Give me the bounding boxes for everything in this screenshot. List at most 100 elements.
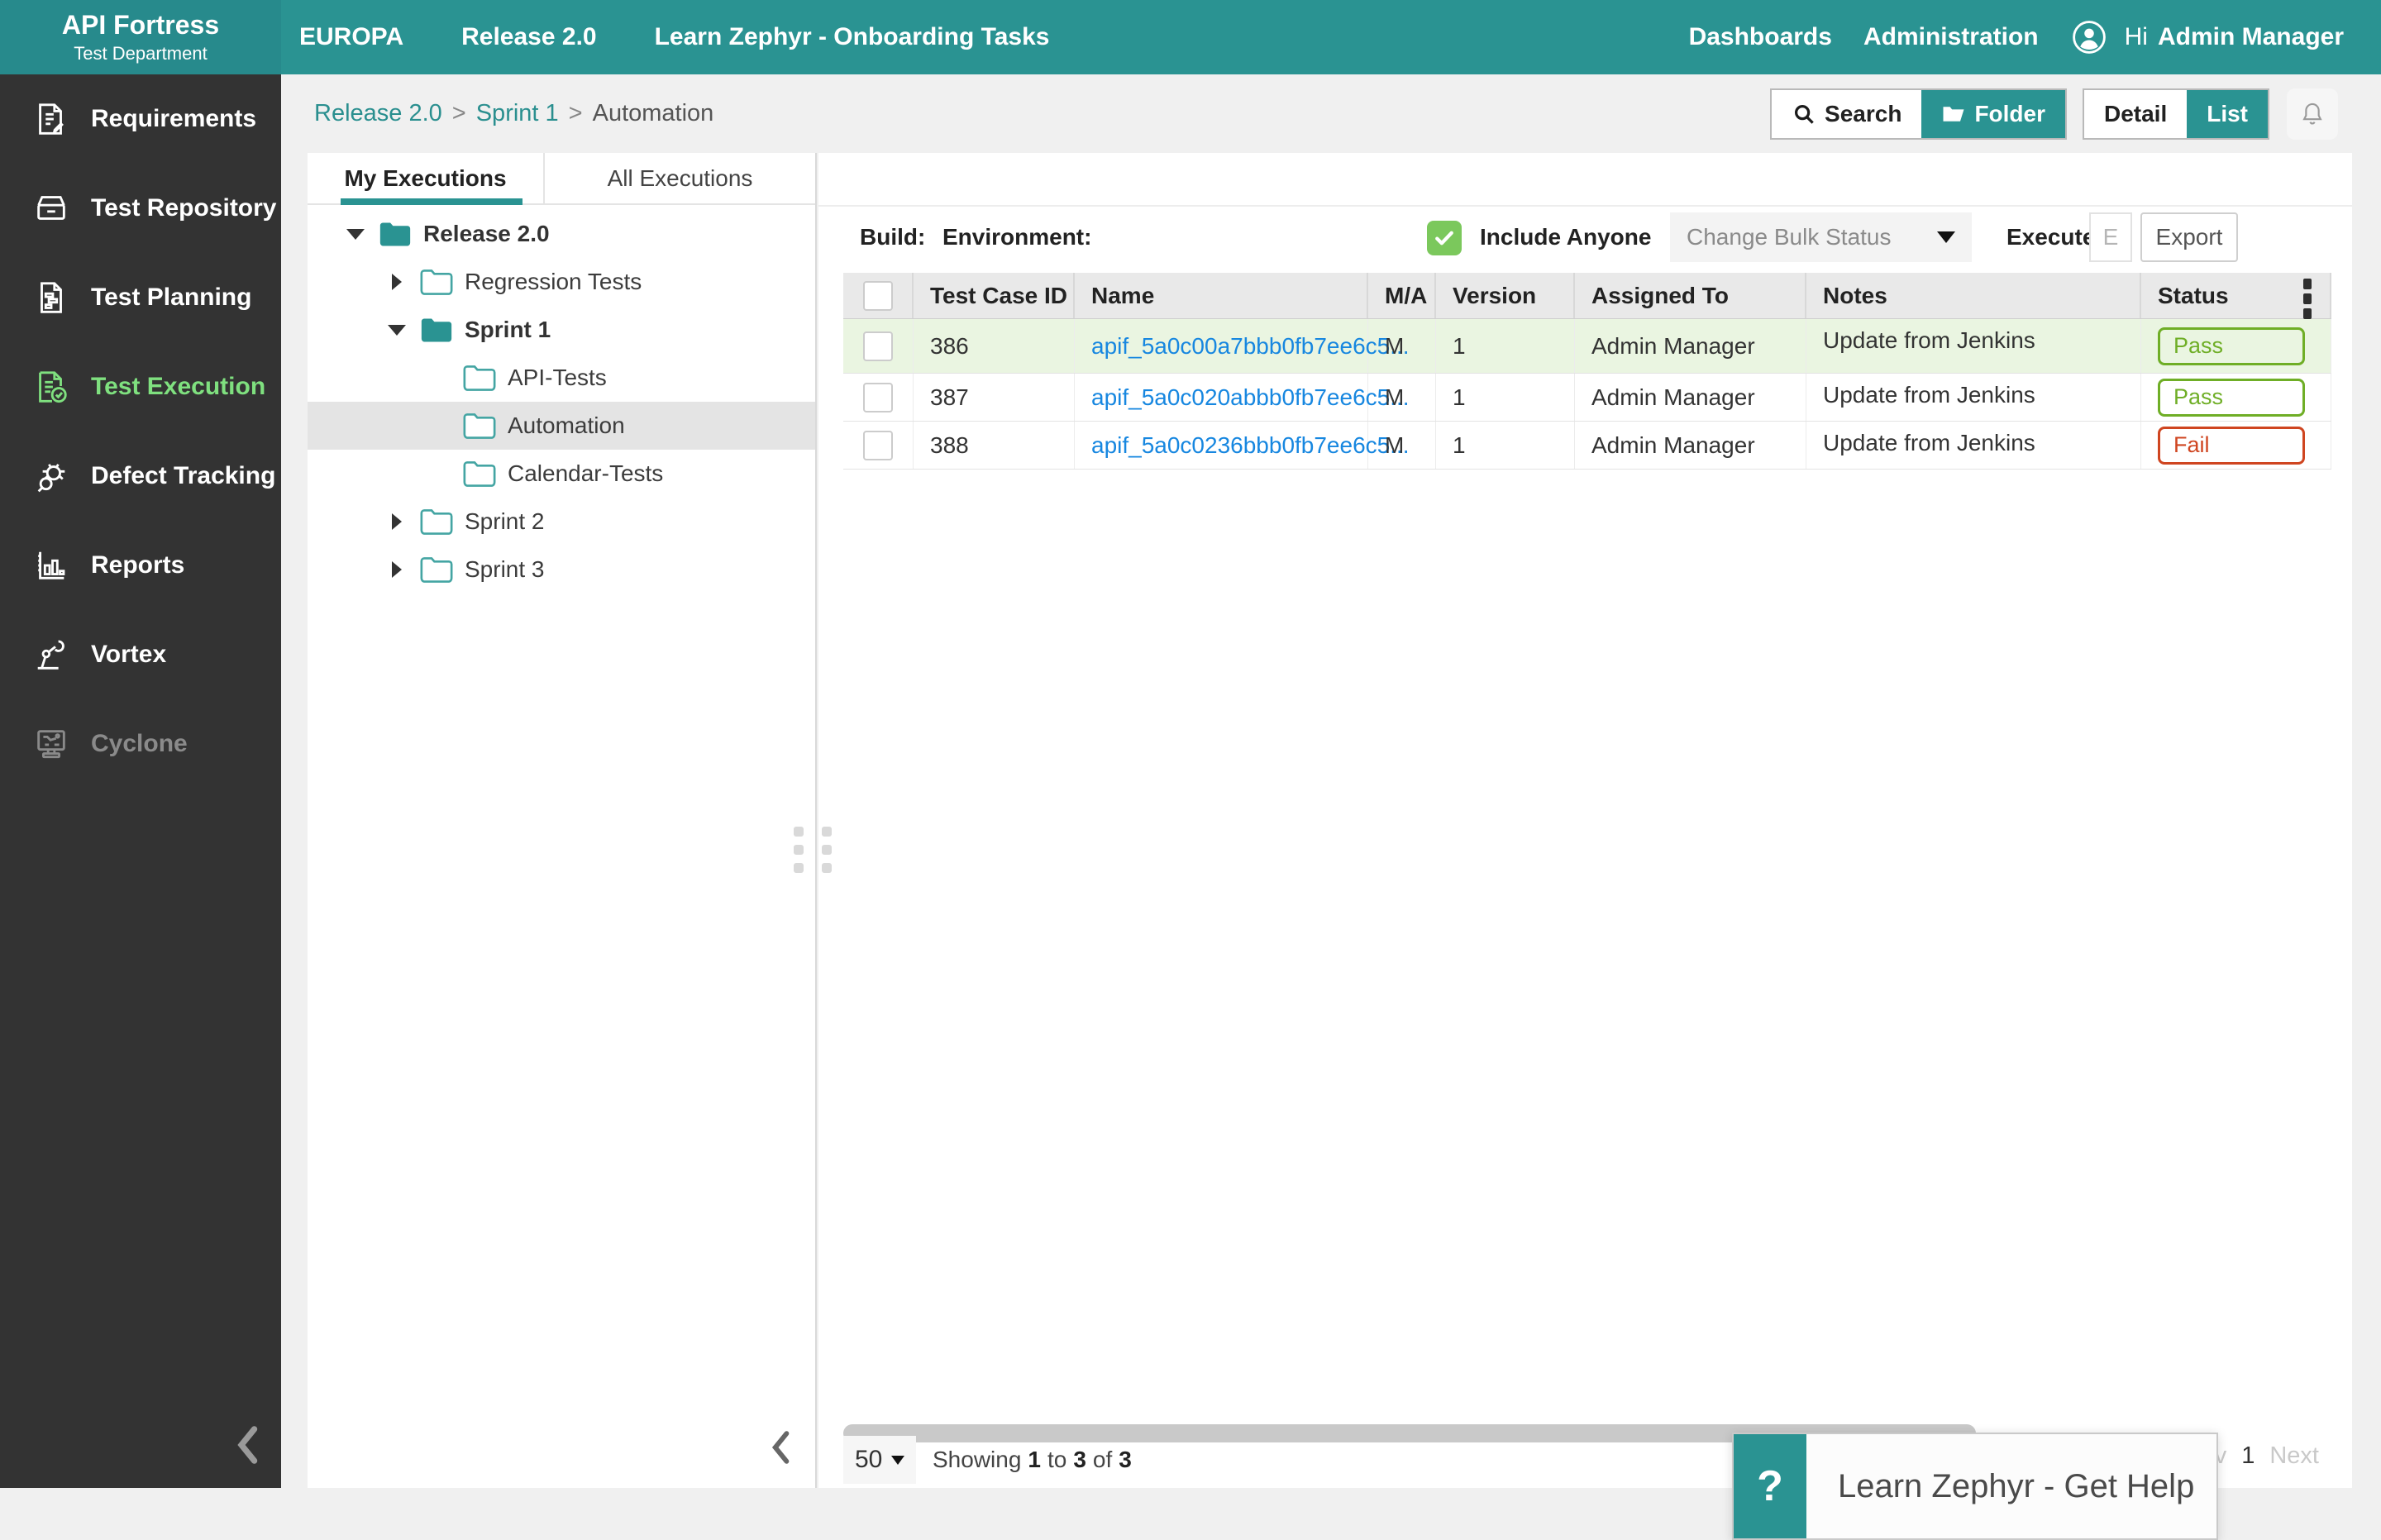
left-sidebar: Requirements Test Repository Test Planni… bbox=[0, 74, 281, 1488]
breadcrumb-separator: > bbox=[569, 100, 583, 127]
pagination-page-1[interactable]: 1 bbox=[2241, 1442, 2255, 1470]
table-row[interactable]: 386 apif_5a0c00a7bbb0fb7ee6c5... M 1 Adm… bbox=[843, 319, 2331, 374]
sidebar-item-test-planning[interactable]: Test Planning bbox=[0, 253, 281, 342]
status-select[interactable]: Pass bbox=[2158, 327, 2305, 365]
tree-node-sprint-3[interactable]: Sprint 3 bbox=[308, 546, 815, 594]
sidebar-item-reports[interactable]: Reports bbox=[0, 521, 281, 610]
showing-from: 1 bbox=[1028, 1447, 1041, 1473]
nav-release[interactable]: Release 2.0 bbox=[461, 23, 596, 51]
status-select[interactable]: Pass bbox=[2158, 379, 2305, 417]
tree-node-api-tests[interactable]: API-Tests bbox=[308, 354, 815, 402]
tree-node-regression-tests[interactable]: Regression Tests bbox=[308, 258, 815, 306]
caret-down-icon[interactable] bbox=[387, 325, 407, 336]
tree-collapse-chevron-icon[interactable] bbox=[769, 1430, 790, 1465]
top-nav: EUROPA Release 2.0 Learn Zephyr - Onboar… bbox=[299, 23, 1049, 51]
tab-my-executions[interactable]: My Executions bbox=[308, 153, 543, 203]
tree-node-sprint-2[interactable]: Sprint 2 bbox=[308, 498, 815, 546]
user-name[interactable]: Admin Manager bbox=[2158, 23, 2344, 51]
test-planning-icon bbox=[31, 278, 71, 317]
notifications-button[interactable] bbox=[2287, 88, 2338, 140]
sidebar-item-label: Test Execution bbox=[91, 373, 265, 401]
test-case-id: 386 bbox=[914, 319, 1075, 373]
list-button[interactable]: List bbox=[2187, 90, 2268, 138]
app-logo: API Fortress Test Department bbox=[0, 0, 281, 74]
caret-right-icon[interactable] bbox=[387, 561, 407, 578]
row-checkbox[interactable] bbox=[863, 383, 893, 412]
showing-total: 3 bbox=[1119, 1447, 1132, 1473]
cyclone-icon bbox=[31, 724, 71, 764]
execute-key-button[interactable]: E bbox=[2089, 212, 2132, 262]
notes-value: Update from Jenkins bbox=[1806, 319, 2141, 373]
execution-controls-row: Build: Environment: Include Anyone Chang… bbox=[818, 212, 2352, 262]
detail-button[interactable]: Detail bbox=[2084, 90, 2187, 138]
assigned-to-value: Admin Manager bbox=[1575, 319, 1806, 373]
page-size-select[interactable]: 50 bbox=[843, 1436, 916, 1484]
nav-dashboards[interactable]: Dashboards bbox=[1689, 23, 1832, 51]
sidebar-item-label: Defect Tracking bbox=[91, 462, 275, 490]
pagination-next[interactable]: Next bbox=[2269, 1442, 2319, 1470]
sidebar-item-test-repository[interactable]: Test Repository bbox=[0, 164, 281, 253]
tree-node-label: API-Tests bbox=[508, 365, 607, 391]
export-button[interactable]: Export bbox=[2140, 212, 2238, 262]
select-all-checkbox[interactable] bbox=[863, 281, 893, 311]
breadcrumb: Release 2.0 > Sprint 1 > Automation bbox=[314, 74, 713, 153]
tree-node-automation[interactable]: Automation bbox=[308, 402, 815, 450]
sidebar-item-defect-tracking[interactable]: Defect Tracking bbox=[0, 431, 281, 521]
execution-tree-panel: My Executions All Executions Release 2.0… bbox=[308, 153, 817, 1488]
tree-node-calendar-tests[interactable]: Calendar-Tests bbox=[308, 450, 815, 498]
sidebar-item-label: Vortex bbox=[91, 641, 166, 669]
version-value: 1 bbox=[1436, 422, 1575, 469]
nav-europa[interactable]: EUROPA bbox=[299, 23, 403, 51]
check-icon bbox=[1432, 226, 1457, 250]
caret-right-icon[interactable] bbox=[387, 513, 407, 530]
breadcrumb-sprint[interactable]: Sprint 1 bbox=[476, 100, 559, 127]
folder-open-icon bbox=[420, 317, 453, 344]
folder-closed-icon bbox=[463, 412, 496, 440]
tab-all-executions[interactable]: All Executions bbox=[543, 153, 815, 203]
column-menu-kebab-icon[interactable] bbox=[2303, 279, 2312, 319]
top-header-bar: API Fortress Test Department EUROPA Rele… bbox=[0, 0, 2381, 74]
table-row[interactable]: 387 apif_5a0c020abbb0fb7ee6c5... M 1 Adm… bbox=[843, 374, 2331, 422]
detail-button-label: Detail bbox=[2104, 101, 2167, 127]
panel-resize-handle[interactable] bbox=[794, 827, 832, 873]
search-button[interactable]: Search bbox=[1772, 90, 1921, 138]
divider-line bbox=[818, 205, 2352, 207]
folder-closed-icon bbox=[463, 460, 496, 488]
requirements-icon bbox=[31, 99, 71, 139]
learn-zephyr-help-widget[interactable]: ? Learn Zephyr - Get Help bbox=[1732, 1433, 2218, 1540]
include-anyone-checkbox[interactable] bbox=[1427, 221, 1462, 255]
sidebar-item-requirements[interactable]: Requirements bbox=[0, 74, 281, 164]
nav-administration[interactable]: Administration bbox=[1863, 23, 2039, 51]
sidebar-item-test-execution[interactable]: Test Execution bbox=[0, 342, 281, 431]
status-select[interactable]: Fail bbox=[2158, 427, 2305, 465]
caret-down-icon[interactable] bbox=[346, 229, 365, 240]
folder-open-icon bbox=[379, 221, 412, 248]
tree-node-label: Sprint 2 bbox=[465, 508, 545, 535]
sidebar-item-vortex[interactable]: Vortex bbox=[0, 610, 281, 699]
reports-icon bbox=[31, 546, 71, 585]
tree-node-sprint-1[interactable]: Sprint 1 bbox=[308, 306, 815, 354]
change-bulk-status-select[interactable]: Change Bulk Status bbox=[1670, 212, 1972, 262]
showing-to-word: to bbox=[1047, 1447, 1066, 1473]
tree-node-release-2-0[interactable]: Release 2.0 bbox=[308, 210, 815, 258]
table-row[interactable]: 388 apif_5a0c0236bbb0fb7ee6c5... M 1 Adm… bbox=[843, 422, 2331, 470]
test-execution-icon bbox=[31, 367, 71, 407]
row-checkbox[interactable] bbox=[863, 331, 893, 361]
test-case-name-link[interactable]: apif_5a0c0236bbb0fb7ee6c5... bbox=[1091, 432, 1410, 459]
nav-learn-zephyr[interactable]: Learn Zephyr - Onboarding Tasks bbox=[655, 23, 1050, 51]
user-avatar-icon[interactable] bbox=[2070, 18, 2108, 56]
test-case-name-link[interactable]: apif_5a0c020abbb0fb7ee6c5... bbox=[1091, 384, 1410, 411]
folder-button[interactable]: Folder bbox=[1921, 90, 2065, 138]
test-case-name-link[interactable]: apif_5a0c00a7bbb0fb7ee6c5... bbox=[1091, 333, 1410, 360]
column-header-assigned-to: Assigned To bbox=[1575, 273, 1806, 318]
assigned-to-value: Admin Manager bbox=[1575, 422, 1806, 469]
sidebar-item-label: Cyclone bbox=[91, 730, 188, 758]
question-mark-icon: ? bbox=[1734, 1434, 1806, 1538]
sidebar-collapse-chevron-icon[interactable] bbox=[230, 1422, 263, 1468]
assigned-to-value: Admin Manager bbox=[1575, 374, 1806, 421]
folder-closed-icon bbox=[420, 269, 453, 296]
sidebar-item-cyclone[interactable]: Cyclone bbox=[0, 699, 281, 789]
breadcrumb-release[interactable]: Release 2.0 bbox=[314, 100, 442, 127]
row-checkbox[interactable] bbox=[863, 431, 893, 460]
caret-right-icon[interactable] bbox=[387, 274, 407, 290]
